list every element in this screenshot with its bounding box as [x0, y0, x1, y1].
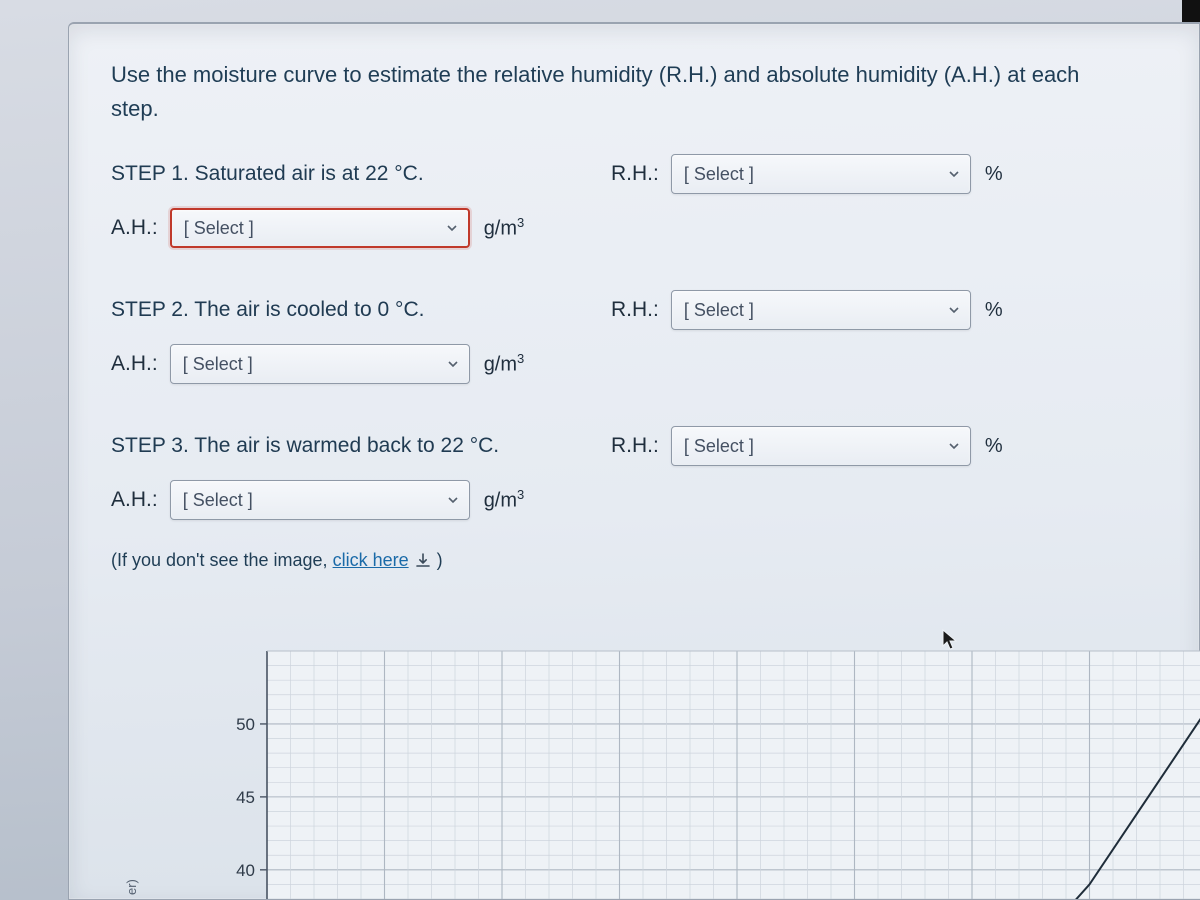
chart-svg: 40 45 50 — [207, 639, 1200, 899]
step-2-rh-group: R.H.: [ Select ] % — [611, 290, 1003, 330]
step-3-ah-select[interactable]: [ Select ] — [170, 480, 470, 520]
step-2-ah-select[interactable]: [ Select ] — [170, 344, 470, 384]
question-card: Use the moisture curve to estimate the r… — [68, 22, 1200, 900]
rh-label: R.H.: — [611, 434, 659, 458]
step-1-ah-select[interactable]: [ Select ] — [170, 208, 470, 248]
svg-text:45: 45 — [236, 788, 255, 807]
download-icon — [414, 550, 437, 570]
ah-unit: g/m3 — [484, 351, 525, 377]
ah-unit: g/m3 — [484, 487, 525, 513]
select-placeholder: [ Select ] — [183, 490, 253, 511]
step-3-rh-select[interactable]: [ Select ] — [671, 426, 971, 466]
chevron-down-icon — [948, 304, 960, 316]
step-3-rh-group: R.H.: [ Select ] % — [611, 426, 1003, 466]
y-axis-label-fragment: er) — [124, 879, 139, 895]
step-1-row: STEP 1. Saturated air is at 22 °C. R.H.:… — [111, 154, 1157, 194]
chevron-down-icon — [447, 358, 459, 370]
chevron-down-icon — [447, 494, 459, 506]
step-1-ah-row: A.H.: [ Select ] g/m3 — [111, 208, 1157, 248]
ah-label: A.H.: — [111, 216, 158, 240]
rh-unit: % — [985, 435, 1003, 458]
chevron-down-icon — [948, 440, 960, 452]
rh-label: R.H.: — [611, 162, 659, 186]
step-1-rh-group: R.H.: [ Select ] % — [611, 154, 1003, 194]
select-placeholder: [ Select ] — [184, 218, 254, 239]
chevron-down-icon — [948, 168, 960, 180]
ah-label: A.H.: — [111, 488, 158, 512]
step-2-rh-select[interactable]: [ Select ] — [671, 290, 971, 330]
moisture-curve-chart: 40 45 50 — [207, 639, 1199, 899]
step-2-title: STEP 2. The air is cooled to 0 °C. — [111, 298, 571, 322]
ah-unit: g/m3 — [484, 215, 525, 241]
ah-label: A.H.: — [111, 352, 158, 376]
rh-unit: % — [985, 163, 1003, 186]
step-2-row: STEP 2. The air is cooled to 0 °C. R.H.:… — [111, 290, 1157, 330]
step-3-ah-row: A.H.: [ Select ] g/m3 — [111, 480, 1157, 520]
select-placeholder: [ Select ] — [183, 354, 253, 375]
question-intro: Use the moisture curve to estimate the r… — [111, 58, 1101, 126]
step-3-row: STEP 3. The air is warmed back to 22 °C.… — [111, 426, 1157, 466]
rh-label: R.H.: — [611, 298, 659, 322]
svg-text:50: 50 — [236, 715, 255, 734]
step-3-title: STEP 3. The air is warmed back to 22 °C. — [111, 434, 571, 458]
image-hint: (If you don't see the image, click here … — [111, 550, 1157, 571]
rh-unit: % — [985, 299, 1003, 322]
select-placeholder: [ Select ] — [684, 436, 754, 457]
step-1-rh-select[interactable]: [ Select ] — [671, 154, 971, 194]
step-1-title: STEP 1. Saturated air is at 22 °C. — [111, 162, 571, 186]
click-here-link[interactable]: click here — [333, 550, 409, 570]
select-placeholder: [ Select ] — [684, 164, 754, 185]
chevron-down-icon — [446, 222, 458, 234]
step-2-ah-row: A.H.: [ Select ] g/m3 — [111, 344, 1157, 384]
select-placeholder: [ Select ] — [684, 300, 754, 321]
svg-text:40: 40 — [236, 861, 255, 880]
